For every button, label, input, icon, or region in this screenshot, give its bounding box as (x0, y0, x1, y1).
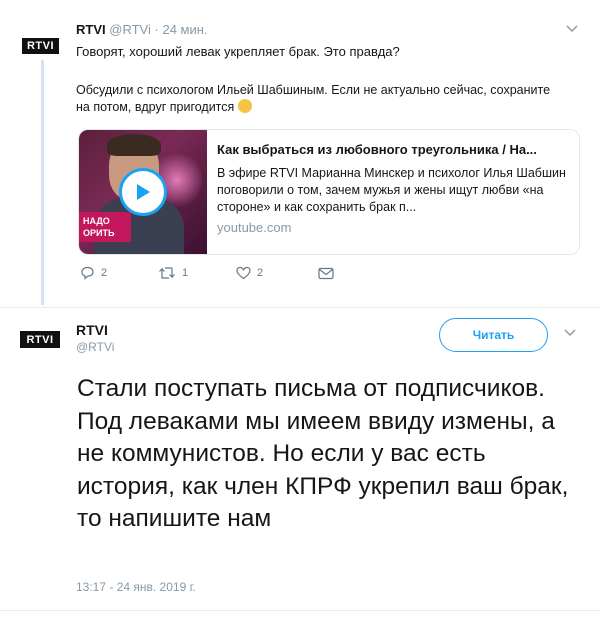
reply-icon (81, 266, 94, 280)
retweet-action[interactable]: 1 (158, 266, 188, 280)
heart-icon (236, 266, 251, 280)
card-title[interactable]: Как выбраться из любовного треугольника … (217, 141, 572, 158)
video-thumbnail[interactable]: НАДО ОРИТЬ (79, 130, 207, 254)
tweet2-more-chevron-icon[interactable] (564, 326, 576, 340)
card-description: В эфире RTVI Марианна Минскер и психолог… (217, 166, 566, 214)
card-domain: youtube.com (217, 220, 292, 235)
play-icon[interactable] (119, 168, 167, 216)
reply-action[interactable]: 2 (80, 266, 107, 280)
bottom-divider (0, 610, 600, 611)
reply-count: 2 (101, 267, 108, 279)
tweet-divider (0, 307, 600, 308)
tweet1-time[interactable]: 24 мин. (162, 22, 207, 37)
thread-connector-line (41, 60, 44, 305)
link-preview-card[interactable]: НАДО ОРИТЬ Как выбраться из любовного тр… (78, 129, 580, 255)
tweet2-timestamp[interactable]: 13:17 - 24 янв. 2019 г. (76, 580, 196, 594)
tweet2-author-name[interactable]: RTVI (76, 322, 108, 338)
tweet1-paragraph: Обсудили с психологом Ильей Шабшиным. Ес… (76, 82, 556, 116)
thumbnail-person-hair (107, 134, 161, 156)
tweet1-separator: · (154, 22, 159, 37)
tweet1-line1: Говорят, хороший левак укрепляет брак. Э… (76, 44, 400, 59)
winking-face-icon (237, 99, 252, 113)
tweet1-author-handle[interactable]: @RTVi (109, 22, 151, 37)
tweet1-paragraph-text: Обсудили с психологом Ильей Шабшиным. Ес… (76, 83, 551, 114)
rtvi-avatar-logo[interactable]: RTVI (22, 38, 59, 54)
thumbnail-banner: НАДО ОРИТЬ (79, 212, 131, 242)
envelope-icon (318, 267, 334, 279)
tweet1-header: RTVI @RTVi · 24 мин. (76, 22, 208, 37)
follow-button[interactable]: Читать (439, 318, 548, 352)
like-count: 2 (257, 267, 264, 279)
like-action[interactable]: 2 (236, 266, 263, 280)
rtvi-avatar-logo-2[interactable]: RTVI (20, 331, 60, 348)
tweet1-author-name[interactable]: RTVI (76, 22, 106, 37)
retweet-icon (159, 267, 175, 279)
tweet2-author-handle[interactable]: @RTVi (76, 340, 114, 354)
message-action[interactable] (318, 267, 334, 280)
tweet1-more-chevron-icon[interactable] (566, 22, 578, 36)
retweet-count: 1 (182, 267, 189, 279)
tweet2-text: Стали поступать письма от подписчиков. П… (77, 375, 569, 532)
